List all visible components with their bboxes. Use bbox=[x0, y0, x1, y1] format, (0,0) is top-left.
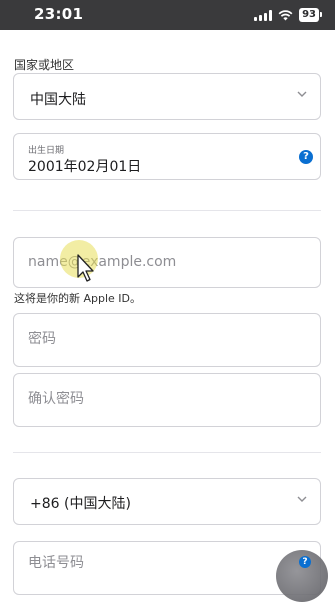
region-label: 国家或地区 bbox=[14, 58, 75, 72]
battery-icon: 93 bbox=[299, 8, 322, 22]
password-field[interactable] bbox=[13, 313, 321, 367]
section-divider bbox=[13, 452, 321, 453]
region-select[interactable]: 中国大陆 bbox=[13, 73, 321, 120]
birth-date-label: 出生日期 bbox=[28, 146, 65, 156]
confirm-password-input[interactable] bbox=[28, 391, 298, 407]
birth-date-value: 2001年02月01日 bbox=[28, 159, 142, 175]
region-value: 中国大陆 bbox=[30, 92, 86, 108]
chevron-down-icon bbox=[297, 91, 307, 97]
email-field[interactable] bbox=[13, 237, 321, 288]
country-code-value: +86 (中国大陆) bbox=[30, 496, 131, 512]
cursor-icon bbox=[77, 254, 94, 282]
wifi-icon bbox=[278, 9, 293, 20]
email-hint: 这将是你的新 Apple ID。 bbox=[14, 292, 142, 305]
password-input[interactable] bbox=[28, 331, 298, 347]
confirm-password-field[interactable] bbox=[13, 373, 321, 427]
chevron-down-icon bbox=[297, 496, 307, 502]
birth-date-field[interactable]: 出生日期 2001年02月01日 ? bbox=[13, 133, 321, 180]
phone-input[interactable] bbox=[28, 555, 298, 571]
signal-icon bbox=[254, 9, 273, 21]
section-divider bbox=[13, 210, 321, 211]
status-time: 23:01 bbox=[34, 5, 84, 23]
question-mark-icon[interactable]: ? bbox=[299, 150, 313, 164]
country-code-select[interactable]: +86 (中国大陆) bbox=[13, 478, 321, 525]
question-mark-icon: ? bbox=[299, 556, 311, 568]
status-icons: 93 bbox=[254, 8, 322, 22]
status-bar: 23:01 93 bbox=[0, 0, 335, 30]
